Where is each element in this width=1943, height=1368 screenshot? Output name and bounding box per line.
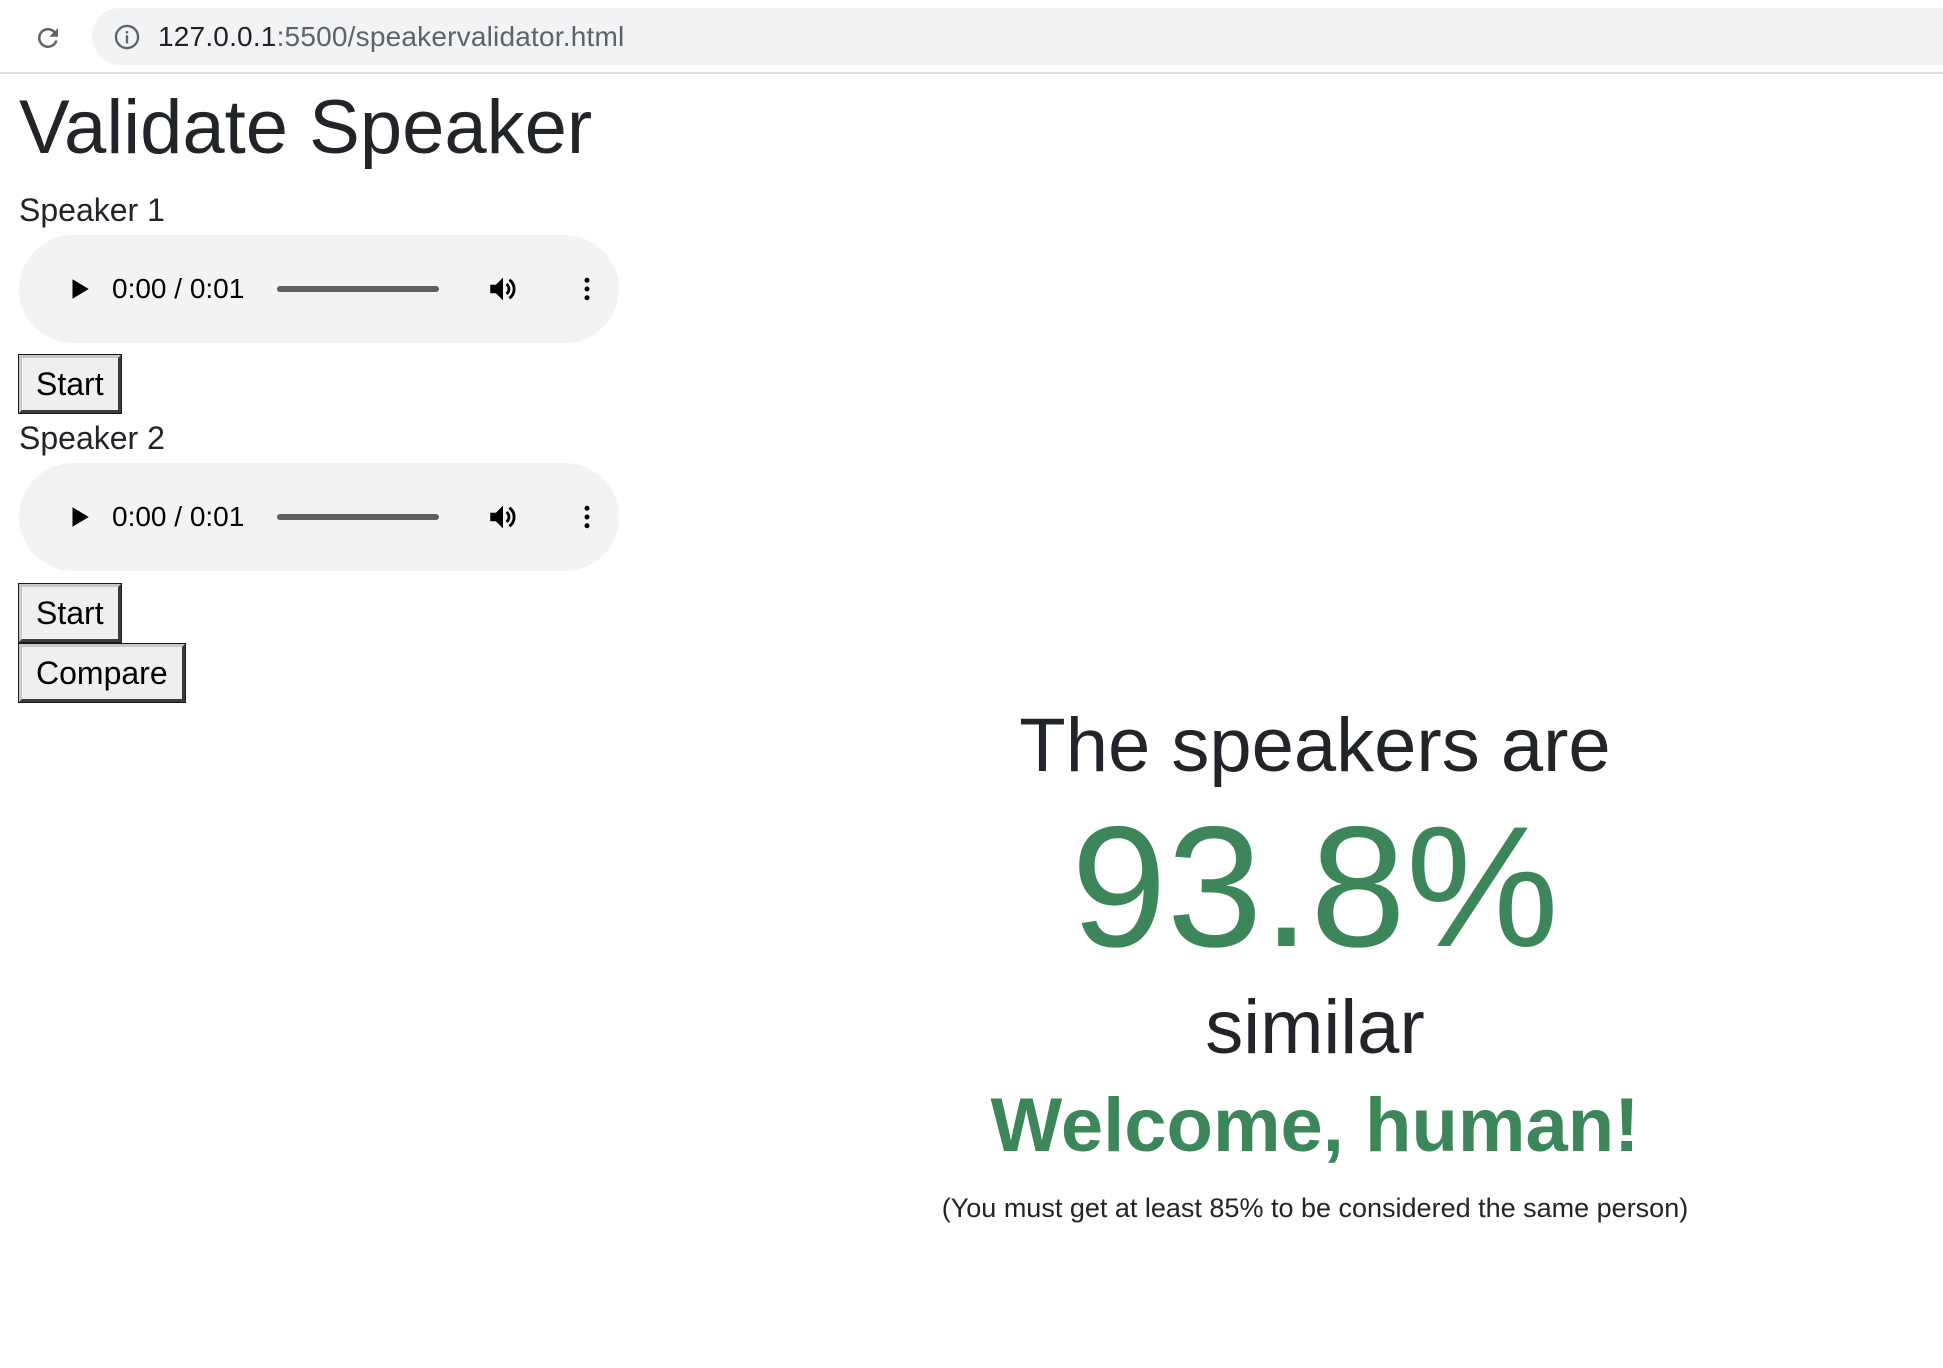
speaker-2-label: Speaker 2 bbox=[19, 420, 165, 456]
verdict-text: Welcome, human! bbox=[990, 1083, 1640, 1168]
time-display: 0:00 / 0:01 bbox=[112, 273, 245, 304]
threshold-note: (You must get at least 85% to be conside… bbox=[941, 1193, 1689, 1223]
volume-icon[interactable] bbox=[483, 269, 523, 309]
compare-button[interactable]: Compare bbox=[18, 643, 186, 703]
url-text[interactable]: 127.0.0.1:5500/speakervalidator.html bbox=[158, 21, 624, 53]
speaker-2-audio-player: 0:00 / 0:01 bbox=[19, 463, 619, 571]
speaker-1-label: Speaker 1 bbox=[19, 192, 165, 228]
address-bar[interactable]: 127.0.0.1:5500/speakervalidator.html bbox=[92, 8, 1943, 65]
play-icon[interactable] bbox=[59, 269, 99, 309]
url-path: :5500/speakervalidator.html bbox=[276, 20, 625, 52]
seek-bar[interactable] bbox=[277, 286, 439, 292]
speaker-1-start-button[interactable]: Start bbox=[18, 354, 122, 414]
more-vertical-icon[interactable] bbox=[567, 269, 607, 309]
speaker-2-start-button[interactable]: Start bbox=[18, 583, 122, 643]
result-panel: The speakers are 93.8% similar Welcome, … bbox=[880, 700, 1750, 1228]
time-display: 0:00 / 0:01 bbox=[112, 501, 245, 532]
volume-icon[interactable] bbox=[483, 497, 523, 537]
result-lead-text: The speakers are bbox=[1019, 703, 1611, 788]
more-vertical-icon[interactable] bbox=[567, 497, 607, 537]
similarity-score: 93.8% bbox=[1071, 791, 1559, 983]
result-similar-text: similar bbox=[1205, 985, 1425, 1070]
seek-bar[interactable] bbox=[277, 514, 439, 520]
url-host: 127.0.0.1 bbox=[158, 20, 277, 52]
browser-toolbar: 127.0.0.1:5500/speakervalidator.html bbox=[0, 0, 1943, 74]
page-title: Validate Speaker bbox=[19, 85, 593, 170]
reload-icon[interactable] bbox=[30, 20, 66, 56]
speaker-1-audio-player: 0:00 / 0:01 bbox=[19, 235, 619, 343]
play-icon[interactable] bbox=[59, 497, 99, 537]
info-icon[interactable] bbox=[112, 22, 142, 52]
